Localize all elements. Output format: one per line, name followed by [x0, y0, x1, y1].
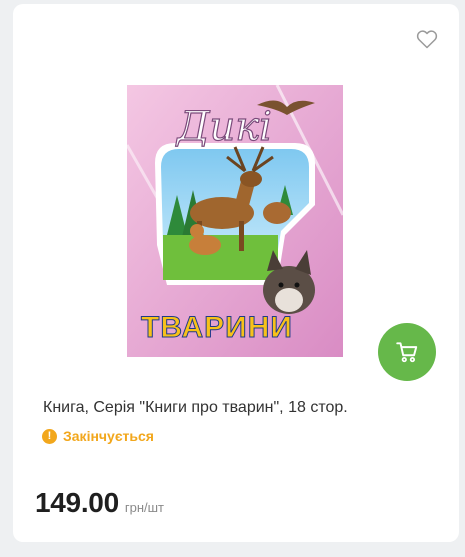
wishlist-button[interactable]	[415, 27, 439, 51]
product-card[interactable]: Дикі ТВАРИНИ Книга, Серія "Книги про тва…	[13, 4, 459, 542]
price-unit: грн/шт	[124, 500, 164, 515]
stock-status-text: Закінчується	[63, 428, 154, 444]
svg-text:ТВАРИНИ: ТВАРИНИ	[141, 311, 293, 344]
book-cover-image: Дикі ТВАРИНИ	[125, 84, 345, 357]
exclamation-icon: !	[42, 428, 57, 444]
product-title[interactable]: Книга, Серія "Книги про тварин", 18 стор…	[43, 397, 443, 419]
cover-title-top: Дикі	[175, 104, 272, 150]
product-image[interactable]: Дикі ТВАРИНИ	[125, 84, 345, 357]
stock-status: ! Закінчується	[42, 428, 154, 444]
cover-title-bottom: ТВАРИНИ	[141, 311, 293, 345]
add-to-cart-button[interactable]	[378, 323, 436, 381]
price-block: 149.00 грн/шт	[35, 487, 164, 519]
cart-icon	[396, 342, 418, 363]
price-value: 149.00	[35, 487, 119, 518]
heart-outline-icon	[416, 30, 438, 49]
